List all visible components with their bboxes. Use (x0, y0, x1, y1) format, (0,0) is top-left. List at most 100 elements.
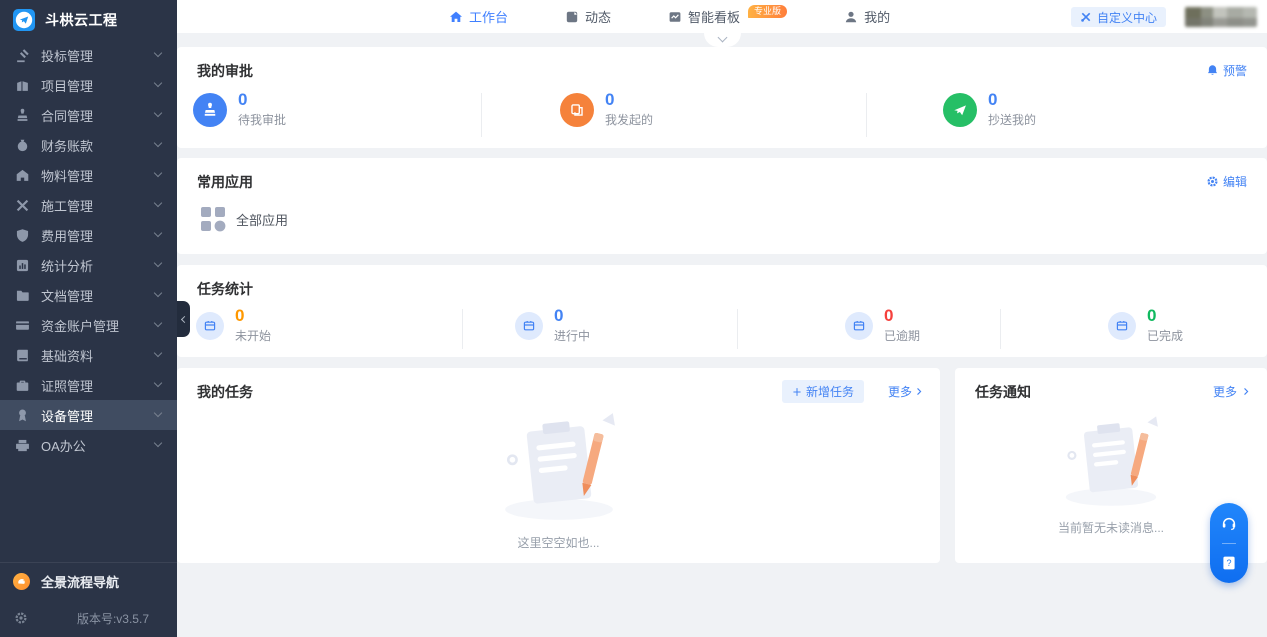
chevron-down-icon (154, 379, 162, 387)
divider (1000, 309, 1001, 349)
version-row: 版本号:v3.5.7 (0, 599, 177, 637)
gear-icon (1206, 175, 1219, 188)
my-tasks-title: 我的任务 (197, 382, 253, 402)
app-screen: 斗栱云工程 投标管理 项目管理 合同管理 财务账款 物料管理 (0, 0, 1267, 637)
stat-not-started[interactable]: 0未开始 (196, 307, 271, 344)
task-card-icon (1108, 312, 1136, 340)
sidebar-item-oa[interactable]: OA办公 (0, 430, 177, 460)
customize-icon (1080, 11, 1092, 23)
sidebar: 斗栱云工程 投标管理 项目管理 合同管理 财务账款 物料管理 (0, 0, 177, 637)
sidebar-item-finance[interactable]: 财务账款 (0, 130, 177, 160)
tab-mine[interactable]: 我的 (844, 7, 890, 26)
briefcase-icon (15, 378, 30, 393)
panorama-nav-button[interactable]: 全景流程导航 (0, 563, 177, 599)
headset-support-icon[interactable] (1220, 514, 1238, 532)
stat-in-progress[interactable]: 0进行中 (515, 307, 590, 344)
stat-cc-me[interactable]: 0抄送我的 (943, 91, 1036, 128)
tab-smart-kanban[interactable]: 智能看板 专业版 (668, 7, 787, 26)
my-tasks-more-link[interactable]: 更多 (888, 383, 925, 400)
alert-link[interactable]: 预警 (1206, 62, 1247, 79)
stat-pending-approval[interactable]: 0待我审批 (193, 91, 286, 128)
panorama-icon (13, 573, 30, 590)
add-task-button[interactable]: 新增任务 (782, 380, 864, 403)
edit-apps-link[interactable]: 编辑 (1206, 173, 1247, 190)
task-card-icon (196, 312, 224, 340)
chevron-down-icon (154, 109, 162, 117)
common-apps-title: 常用应用 (197, 172, 253, 192)
bell-icon (1206, 64, 1219, 77)
customize-center-button[interactable]: 自定义中心 (1071, 7, 1166, 27)
sidebar-item-document[interactable]: 文档管理 (0, 280, 177, 310)
chevron-down-icon (154, 439, 162, 447)
person-icon (844, 10, 858, 24)
chevron-down-icon (154, 259, 162, 267)
sidebar-item-project[interactable]: 项目管理 (0, 70, 177, 100)
chevron-down-icon (154, 289, 162, 297)
printer-icon (15, 438, 30, 453)
nav-tabs: 工作台 动态 智能看板 专业版 我的 (449, 0, 890, 33)
initiated-doc-icon (560, 93, 594, 127)
my-tasks-card: 我的任务 新增任务 更多 (177, 368, 940, 563)
stat-overdue[interactable]: 0已逾期 (845, 307, 920, 344)
task-card-icon (845, 312, 873, 340)
approvals-title: 我的审批 (197, 61, 253, 81)
shield-icon (15, 228, 30, 243)
chevron-down-icon (154, 49, 162, 57)
tab-activity[interactable]: 动态 (565, 7, 611, 26)
sidebar-item-expense[interactable]: 费用管理 (0, 220, 177, 250)
sidebar-item-material[interactable]: 物料管理 (0, 160, 177, 190)
divider (462, 309, 463, 349)
chevron-right-icon (1241, 386, 1252, 397)
chevron-down-icon (718, 33, 728, 43)
svg-text:?: ? (1226, 558, 1231, 568)
book-icon (15, 348, 30, 363)
chevron-down-icon (154, 319, 162, 327)
gavel-icon (15, 48, 30, 63)
app-grid-icon (200, 206, 226, 232)
my-tasks-empty-state: 这里空空如也... (177, 408, 940, 551)
chevron-down-icon (154, 409, 162, 417)
paper-plane-icon (943, 93, 977, 127)
version-label: 版本号:v3.5.7 (77, 610, 149, 627)
app-title: 斗栱云工程 (45, 10, 118, 30)
sidebar-item-statistics[interactable]: 统计分析 (0, 250, 177, 280)
my-tasks-empty-text: 这里空空如也... (517, 534, 599, 551)
sidebar-item-equipment[interactable]: 设备管理 (0, 400, 177, 430)
tab-workbench[interactable]: 工作台 (449, 7, 508, 26)
notifications-more-link[interactable]: 更多 (1213, 383, 1252, 400)
settings-gear-icon[interactable] (14, 611, 28, 625)
chevron-down-icon (154, 229, 162, 237)
bar-chart-icon (15, 258, 30, 273)
sidebar-item-fund-account[interactable]: 资金账户管理 (0, 310, 177, 340)
stat-completed[interactable]: 0已完成 (1108, 307, 1183, 344)
sidebar-item-construction[interactable]: 施工管理 (0, 190, 177, 220)
floating-assistant-widget: ? (1210, 503, 1248, 583)
common-apps-card: 常用应用 编辑 全部应用 (177, 158, 1267, 254)
user-avatar[interactable] (1185, 7, 1257, 27)
header-collapse-tab[interactable] (704, 33, 741, 47)
all-apps-button[interactable]: 全部应用 (200, 206, 288, 232)
chevron-down-icon (154, 139, 162, 147)
chevron-right-icon (914, 386, 925, 397)
divider (481, 93, 482, 137)
stat-initiated[interactable]: 0我发起的 (560, 91, 653, 128)
help-icon[interactable]: ? (1220, 554, 1238, 572)
approval-stamp-icon (193, 93, 227, 127)
sidebar-item-certificate[interactable]: 证照管理 (0, 370, 177, 400)
app-logo-icon (13, 9, 35, 31)
credit-card-icon (15, 318, 30, 333)
folder-icon (15, 288, 30, 303)
chevron-left-icon (181, 315, 188, 322)
divider (737, 309, 738, 349)
sidebar-item-basic-data[interactable]: 基础资料 (0, 340, 177, 370)
sidebar-item-contract[interactable]: 合同管理 (0, 100, 177, 130)
medal-icon (15, 408, 30, 423)
tools-icon (15, 198, 30, 213)
divider (866, 93, 867, 137)
sidebar-collapse-handle[interactable] (177, 301, 190, 337)
plus-icon (792, 387, 802, 397)
sidebar-item-bid[interactable]: 投标管理 (0, 40, 177, 70)
chevron-down-icon (154, 169, 162, 177)
chevron-down-icon (154, 349, 162, 357)
activity-icon (565, 10, 579, 24)
